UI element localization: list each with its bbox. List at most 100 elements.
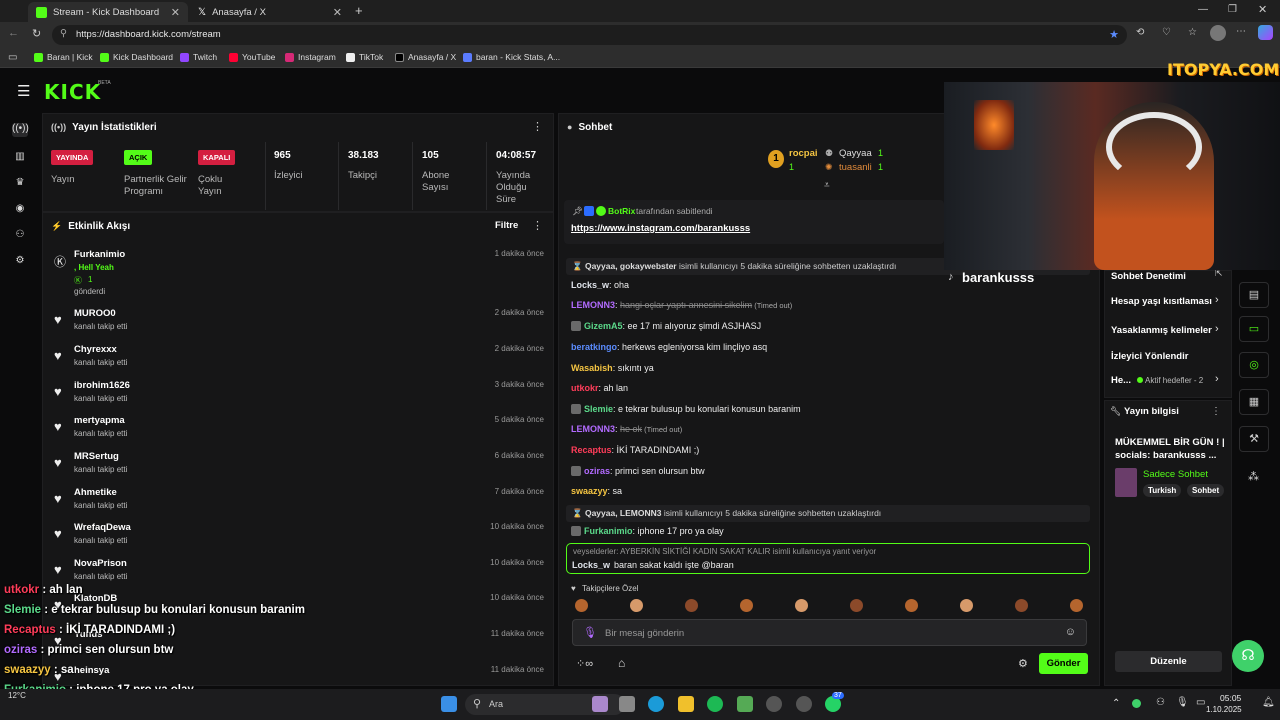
- chat-username[interactable]: Wasabish: [571, 363, 613, 373]
- bookmark-youtube[interactable]: YouTube: [229, 52, 275, 62]
- bookmark-baran-kick[interactable]: Baran | Kick: [34, 52, 93, 62]
- emote-icon[interactable]: [850, 599, 863, 612]
- kick-logo[interactable]: KICK: [44, 80, 101, 104]
- site-info-icon[interactable]: ⚲: [60, 28, 67, 39]
- activity-more-icon[interactable]: ⋮: [532, 219, 543, 232]
- edge-icon[interactable]: [648, 696, 664, 712]
- bookmark-twitch[interactable]: Twitch: [180, 52, 217, 62]
- send-button[interactable]: Gönder: [1039, 653, 1088, 674]
- leader-name[interactable]: Qayyaa: [839, 148, 872, 159]
- chat-input[interactable]: 🎙︎ Bir mesaj gönderin ☺: [572, 619, 1087, 646]
- emote-icon[interactable]: [1070, 599, 1083, 612]
- activity-username[interactable]: ibrohim1626: [74, 380, 130, 391]
- leader-name[interactable]: tuasanli: [839, 162, 872, 173]
- emote-icon[interactable]: [575, 599, 588, 612]
- pinned-by-user[interactable]: BotRix: [608, 206, 635, 216]
- activity-username[interactable]: MUROO0: [74, 308, 116, 319]
- file-explorer-icon[interactable]: [678, 696, 694, 712]
- edit-button[interactable]: Düzenle: [1115, 651, 1222, 672]
- store-icon[interactable]: ⌂: [618, 656, 625, 670]
- steam-icon[interactable]: [796, 696, 812, 712]
- activity-item[interactable]: ♥ MUROO0 kanalı takip etti 2 dakika önce: [48, 308, 548, 344]
- favorites-icon[interactable]: ☆: [1188, 27, 1197, 38]
- copilot-icon[interactable]: [1258, 25, 1273, 40]
- help-button[interactable]: ☊: [1232, 640, 1264, 672]
- emote-icon[interactable]: [960, 599, 973, 612]
- bookmark-instagram[interactable]: Instagram: [285, 52, 336, 62]
- settings-gear-icon[interactable]: ⚙: [12, 255, 28, 269]
- chat-username[interactable]: Furkanimio: [584, 526, 633, 536]
- activity-username[interactable]: Furkanimio: [74, 249, 125, 260]
- browser-essentials-icon[interactable]: ♡: [1162, 27, 1171, 38]
- tab-x-home[interactable]: 𝕏 Anasayfa / X ✕: [190, 2, 350, 22]
- integrations-icon[interactable]: ⁂: [1248, 470, 1259, 483]
- activity-item[interactable]: ♥ WrefaqDewa kanalı takip etti 10 dakika ön…: [48, 522, 548, 558]
- microphone-icon[interactable]: 🎙︎: [583, 626, 597, 639]
- activity-username[interactable]: MRSertug: [74, 451, 119, 462]
- chat-username[interactable]: Locks_w: [571, 280, 609, 290]
- category-name[interactable]: Sadece Sohbet: [1143, 469, 1208, 480]
- activity-item[interactable]: Ⓚ Furkanimio , Hell Yeah 1 Ⓚgönderdi 1 dakika…: [48, 249, 548, 296]
- spotify-icon[interactable]: [707, 696, 723, 712]
- emoji-picker-icon[interactable]: ☺: [1065, 626, 1076, 638]
- camera-icon[interactable]: ◉: [12, 203, 28, 217]
- broadcast-toggle-icon[interactable]: ◎: [1239, 352, 1269, 378]
- activity-username[interactable]: NovaPrison: [74, 558, 127, 569]
- leader-name[interactable]: rocpai: [789, 148, 818, 159]
- tab-actions-icon[interactable]: ▭: [8, 52, 17, 63]
- goals-item[interactable]: He...: [1111, 375, 1131, 386]
- chat-username[interactable]: oziras: [584, 466, 610, 476]
- pinned-link[interactable]: https://www.instagram.com/barankusss: [571, 223, 750, 234]
- tray-app-icon[interactable]: ⚇: [1156, 697, 1165, 708]
- new-tab-button[interactable]: +: [355, 3, 363, 18]
- app-icon[interactable]: [766, 696, 782, 712]
- maximize-icon[interactable]: ❐: [1228, 4, 1237, 15]
- analytics-icon[interactable]: ▥: [12, 151, 28, 165]
- back-icon[interactable]: ←: [8, 27, 19, 39]
- activity-username[interactable]: mertyapma: [74, 415, 125, 426]
- emote-icon[interactable]: [740, 599, 753, 612]
- profile-avatar[interactable]: [1210, 25, 1226, 41]
- network-icon[interactable]: ▭: [1196, 697, 1205, 708]
- emote-icon[interactable]: [795, 599, 808, 612]
- expand-chevron-icon[interactable]: ⩡: [824, 180, 830, 191]
- taskbar-app-icon[interactable]: [592, 696, 608, 712]
- bookmark-kick-stats[interactable]: baran - Kick Stats, A...: [463, 52, 560, 62]
- chat-tools-icon[interactable]: ⁘∞: [576, 657, 593, 670]
- account-age-restriction[interactable]: Hesap yaşı kısıtlaması: [1111, 296, 1212, 307]
- notice-users[interactable]: Qayyaa, LEMONN3: [585, 508, 664, 518]
- close-window-icon[interactable]: ✕: [1258, 3, 1267, 16]
- bookmark-x[interactable]: Anasayfa / X: [395, 52, 456, 62]
- activity-item[interactable]: ♥ NovaPrison kanalı takip etti 10 dakika ön…: [48, 558, 548, 594]
- microphone-tray-icon[interactable]: 🎙︎: [1176, 697, 1189, 708]
- tab-kick-dashboard[interactable]: Stream - Kick Dashboard ✕: [28, 2, 188, 22]
- reload-icon[interactable]: ↻: [32, 27, 41, 40]
- tag-chip[interactable]: Sohbet: [1187, 484, 1225, 497]
- emote-icon[interactable]: [1015, 599, 1028, 612]
- activity-username[interactable]: heinsya: [74, 665, 109, 676]
- emote-icon[interactable]: [630, 599, 643, 612]
- close-tab-icon[interactable]: ✕: [333, 6, 342, 19]
- layout-icon[interactable]: ▦: [1239, 389, 1269, 415]
- activity-username[interactable]: Ahmetike: [74, 487, 117, 498]
- activity-item[interactable]: ♥ mertyapma kanalı takip etti 5 dakika önce: [48, 415, 548, 451]
- tray-app-icon[interactable]: [1132, 699, 1141, 708]
- weather-widget[interactable]: 12°C: [8, 691, 26, 700]
- filter-button[interactable]: Filtre: [495, 220, 518, 231]
- close-tab-icon[interactable]: ✕: [171, 6, 180, 19]
- stats-more-icon[interactable]: ⋮: [532, 120, 543, 133]
- chat-username[interactable]: GizemA5: [584, 321, 623, 331]
- notice-users[interactable]: Qayyaa, gokaywebster: [585, 261, 679, 271]
- favorite-star-icon[interactable]: ★: [1109, 28, 1119, 41]
- hamburger-menu-icon[interactable]: ☰: [17, 82, 30, 100]
- chat-username[interactable]: Recaptus: [571, 445, 612, 455]
- tag-chip[interactable]: Turkish: [1143, 484, 1182, 497]
- minimize-icon[interactable]: —: [1198, 4, 1208, 15]
- activity-username[interactable]: WrefaqDewa: [74, 522, 131, 533]
- chat-username[interactable]: swaazyy: [571, 486, 608, 496]
- chat-username[interactable]: utkokr: [571, 383, 599, 393]
- notes-icon[interactable]: ▤: [1239, 282, 1269, 308]
- more-menu-icon[interactable]: ⋯: [1236, 26, 1246, 37]
- trophy-icon[interactable]: ♛: [12, 177, 28, 191]
- viewer-redirect[interactable]: İzleyici Yönlendir: [1111, 351, 1188, 362]
